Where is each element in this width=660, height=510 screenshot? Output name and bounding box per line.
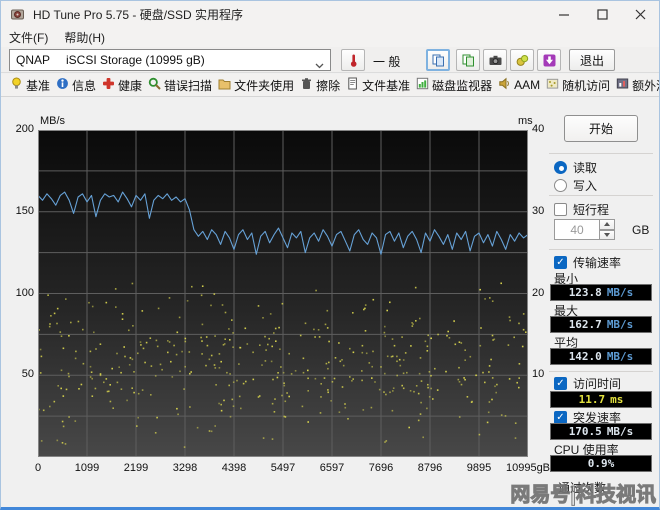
lightbulb-icon	[10, 77, 23, 93]
maximize-button[interactable]	[583, 1, 621, 27]
coins-icon	[516, 54, 528, 66]
tab-基准[interactable]: 基准	[7, 75, 53, 96]
info-icon	[56, 77, 69, 93]
drive-model: iSCSI Storage (10995 gB)	[66, 53, 205, 67]
access-time-label: 访问时间	[573, 377, 622, 391]
file-benchmark-icon	[346, 77, 359, 93]
exit-button[interactable]: 退出	[569, 49, 615, 71]
max-speed-display: 162.7 MB/s	[550, 316, 652, 333]
update-button[interactable]	[537, 49, 561, 71]
start-button[interactable]: 开始	[564, 115, 638, 142]
tab-label: 文件夹使用	[234, 78, 295, 93]
health-cross-icon	[102, 77, 115, 93]
y-left-axis-unit: MB/s	[40, 115, 66, 127]
tab-额外测试[interactable]: 额外测试	[613, 75, 659, 96]
tab-错误扫描[interactable]: 错误扫描	[145, 75, 215, 96]
write-radio-label: 写入	[573, 179, 598, 193]
avg-speed-display: 142.0 MB/s	[550, 348, 652, 365]
read-radio[interactable]	[554, 161, 567, 174]
disk-monitor-icon	[416, 77, 429, 93]
tab-文件夹使用[interactable]: 文件夹使用	[215, 75, 297, 96]
access-time-checkbox[interactable]: ✓	[554, 377, 567, 390]
tab-擦除[interactable]: 擦除	[297, 75, 343, 96]
short-stroke-label: 短行程	[573, 203, 610, 217]
benchmark-chart	[38, 130, 528, 457]
access-time-display: 11.7 ms	[550, 391, 652, 408]
tabbar: 基准 信息 健康 错误扫描 文件夹使用 擦除 文件基准 磁盘监视器 AAM 随机访问 额外测试	[1, 74, 659, 97]
tab-label: 磁盘监视器	[432, 78, 493, 93]
donate-button[interactable]	[510, 49, 534, 71]
camera-icon	[489, 55, 501, 65]
read-radio-label: 读取	[573, 161, 598, 175]
y-right-axis-unit: ms	[518, 115, 533, 127]
copy-screenshot-button[interactable]	[426, 49, 450, 71]
extra-tests-icon	[616, 77, 629, 93]
drive-selector[interactable]: QNAP iSCSI Storage (10995 gB)	[9, 49, 331, 71]
copy-data-button[interactable]	[456, 49, 480, 71]
tab-label: 额外测试	[632, 78, 659, 93]
access-time-row[interactable]: ✓ 访问时间	[554, 375, 621, 392]
spinner-up-button[interactable]	[600, 219, 615, 230]
tab-label: 健康	[118, 78, 143, 93]
tab-信息[interactable]: 信息	[53, 75, 99, 96]
capacity-value[interactable]: 40	[554, 219, 600, 240]
write-radio[interactable]	[554, 179, 567, 192]
random-access-dice-icon	[546, 77, 559, 93]
tab-label: 错误扫描	[164, 78, 213, 93]
menubar: 文件(F) 帮助(H)	[1, 27, 659, 47]
read-radio-row[interactable]: 读取	[554, 159, 597, 176]
copy-pages-icon	[432, 54, 444, 66]
screenshot-button[interactable]	[483, 49, 507, 71]
capacity-spinner[interactable]: 40	[554, 219, 615, 240]
control-panel: 开始 读取 写入 短行程 40 GB ✓ 传输速率 最小 123.8 MB/s …	[544, 97, 658, 507]
transfer-rate-label: 传输速率	[573, 256, 622, 270]
transfer-rate-checkbox[interactable]: ✓	[554, 256, 567, 269]
capacity-unit-label: GB	[632, 223, 650, 237]
short-stroke-row[interactable]: 短行程	[554, 201, 609, 218]
tab-label: 基准	[26, 78, 51, 93]
menu-help[interactable]: 帮助(H)	[56, 27, 113, 48]
tab-label: 文件基准	[362, 78, 411, 93]
window-title: HD Tune Pro 5.75 - 硬盘/SSD 实用程序	[33, 7, 244, 22]
copy-pages-green-icon	[462, 54, 474, 66]
tab-AAM[interactable]: AAM	[495, 75, 543, 95]
cpu-usage-display: 0.9%	[550, 455, 652, 472]
tab-文件基准[interactable]: 文件基准	[343, 75, 413, 96]
app-icon	[10, 7, 25, 22]
erase-trash-icon	[300, 77, 313, 93]
close-button[interactable]	[621, 1, 659, 27]
thermometer-icon	[350, 54, 356, 67]
transfer-rate-row[interactable]: ✓ 传输速率	[554, 254, 621, 271]
tab-label: 随机访问	[562, 78, 611, 93]
tab-label: AAM	[514, 78, 541, 92]
tab-随机访问[interactable]: 随机访问	[543, 75, 613, 96]
minimize-button[interactable]	[545, 1, 583, 27]
menu-file[interactable]: 文件(F)	[1, 27, 56, 48]
app-window: HD Tune Pro 5.75 - 硬盘/SSD 实用程序 文件(F) 帮助(…	[0, 0, 660, 510]
chevron-down-icon	[315, 58, 324, 72]
titlebar: HD Tune Pro 5.75 - 硬盘/SSD 实用程序	[1, 1, 659, 27]
temperature-button[interactable]	[341, 49, 365, 71]
toolbar: QNAP iSCSI Storage (10995 gB) 一 般 退出	[1, 47, 659, 73]
temperature-label: 一 般	[373, 55, 401, 69]
watermark: 网易号|科技视讯	[510, 484, 657, 507]
tab-磁盘监视器[interactable]: 磁盘监视器	[413, 75, 495, 96]
spinner-down-button[interactable]	[600, 229, 615, 240]
speaker-icon	[498, 77, 511, 93]
tab-健康[interactable]: 健康	[99, 75, 145, 96]
tab-label: 信息	[72, 78, 97, 93]
min-speed-display: 123.8 MB/s	[550, 284, 652, 301]
tab-label: 擦除	[316, 78, 341, 93]
write-radio-row[interactable]: 写入	[554, 177, 597, 194]
error-scan-magnifier-icon	[148, 77, 161, 93]
update-download-icon	[543, 54, 555, 66]
short-stroke-checkbox[interactable]	[554, 203, 567, 216]
drive-vendor: QNAP	[16, 53, 51, 67]
burst-rate-display: 170.5 MB/s	[550, 423, 652, 440]
folder-usage-icon	[218, 77, 231, 93]
